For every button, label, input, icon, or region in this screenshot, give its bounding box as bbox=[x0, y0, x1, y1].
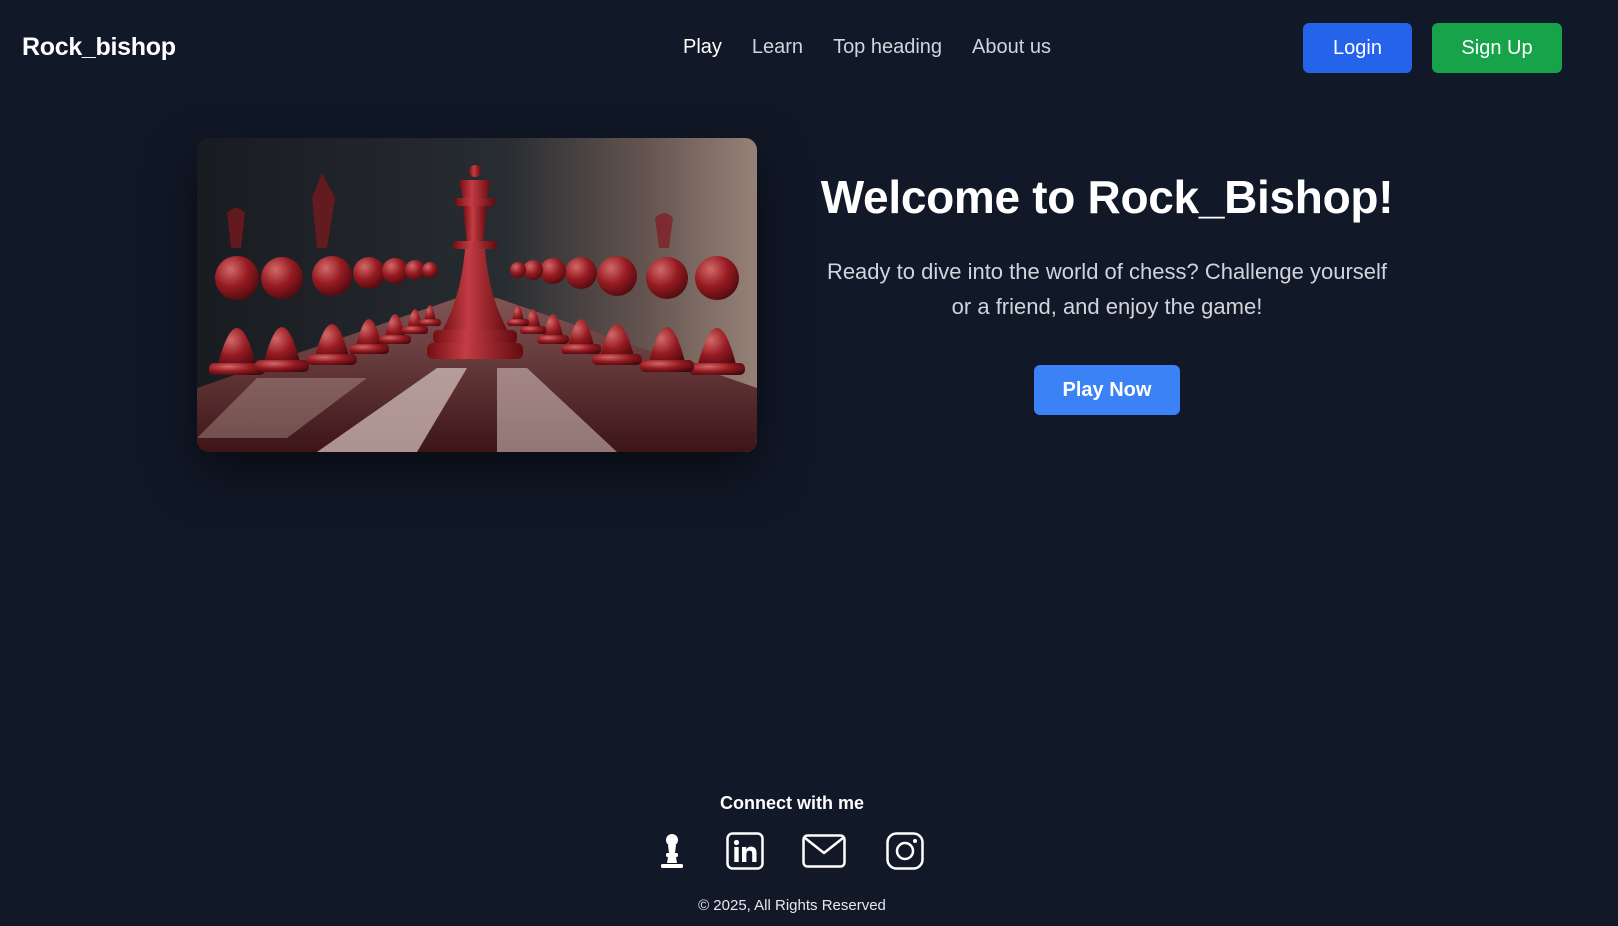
main-nav: Play Learn Top heading About us bbox=[683, 36, 1051, 59]
instagram-icon[interactable] bbox=[885, 831, 925, 871]
brand-logo[interactable]: Rock_bishop bbox=[22, 33, 176, 62]
nav-learn[interactable]: Learn bbox=[752, 36, 803, 59]
page: Rock_bishop Play Learn Top heading About… bbox=[0, 0, 1618, 926]
nav-about-us[interactable]: About us bbox=[972, 36, 1051, 59]
nav-top-heading[interactable]: Top heading bbox=[833, 36, 942, 59]
linkedin-icon[interactable] bbox=[725, 831, 765, 871]
hero-section: Welcome to Rock_Bishop! Ready to dive in… bbox=[800, 170, 1414, 324]
login-button[interactable]: Login bbox=[1303, 23, 1412, 73]
hero-title: Welcome to Rock_Bishop! bbox=[820, 171, 1394, 223]
nav-play[interactable]: Play bbox=[683, 36, 722, 59]
play-now-button[interactable]: Play Now bbox=[1034, 365, 1180, 415]
copyright-text: © 2025, All Rights Reserved bbox=[698, 897, 886, 914]
hero-subtitle: Ready to dive into the world of chess? C… bbox=[826, 259, 1388, 319]
mail-icon[interactable] bbox=[802, 831, 846, 871]
hero-chess-image bbox=[197, 138, 757, 452]
footer-heading: Connect with me bbox=[719, 793, 864, 813]
signup-button[interactable]: Sign Up bbox=[1432, 23, 1562, 73]
social-links bbox=[0, 831, 1618, 871]
top-navbar: Rock_bishop Play Learn Top heading About… bbox=[0, 0, 1618, 98]
chess-pawn-icon[interactable] bbox=[656, 831, 688, 871]
